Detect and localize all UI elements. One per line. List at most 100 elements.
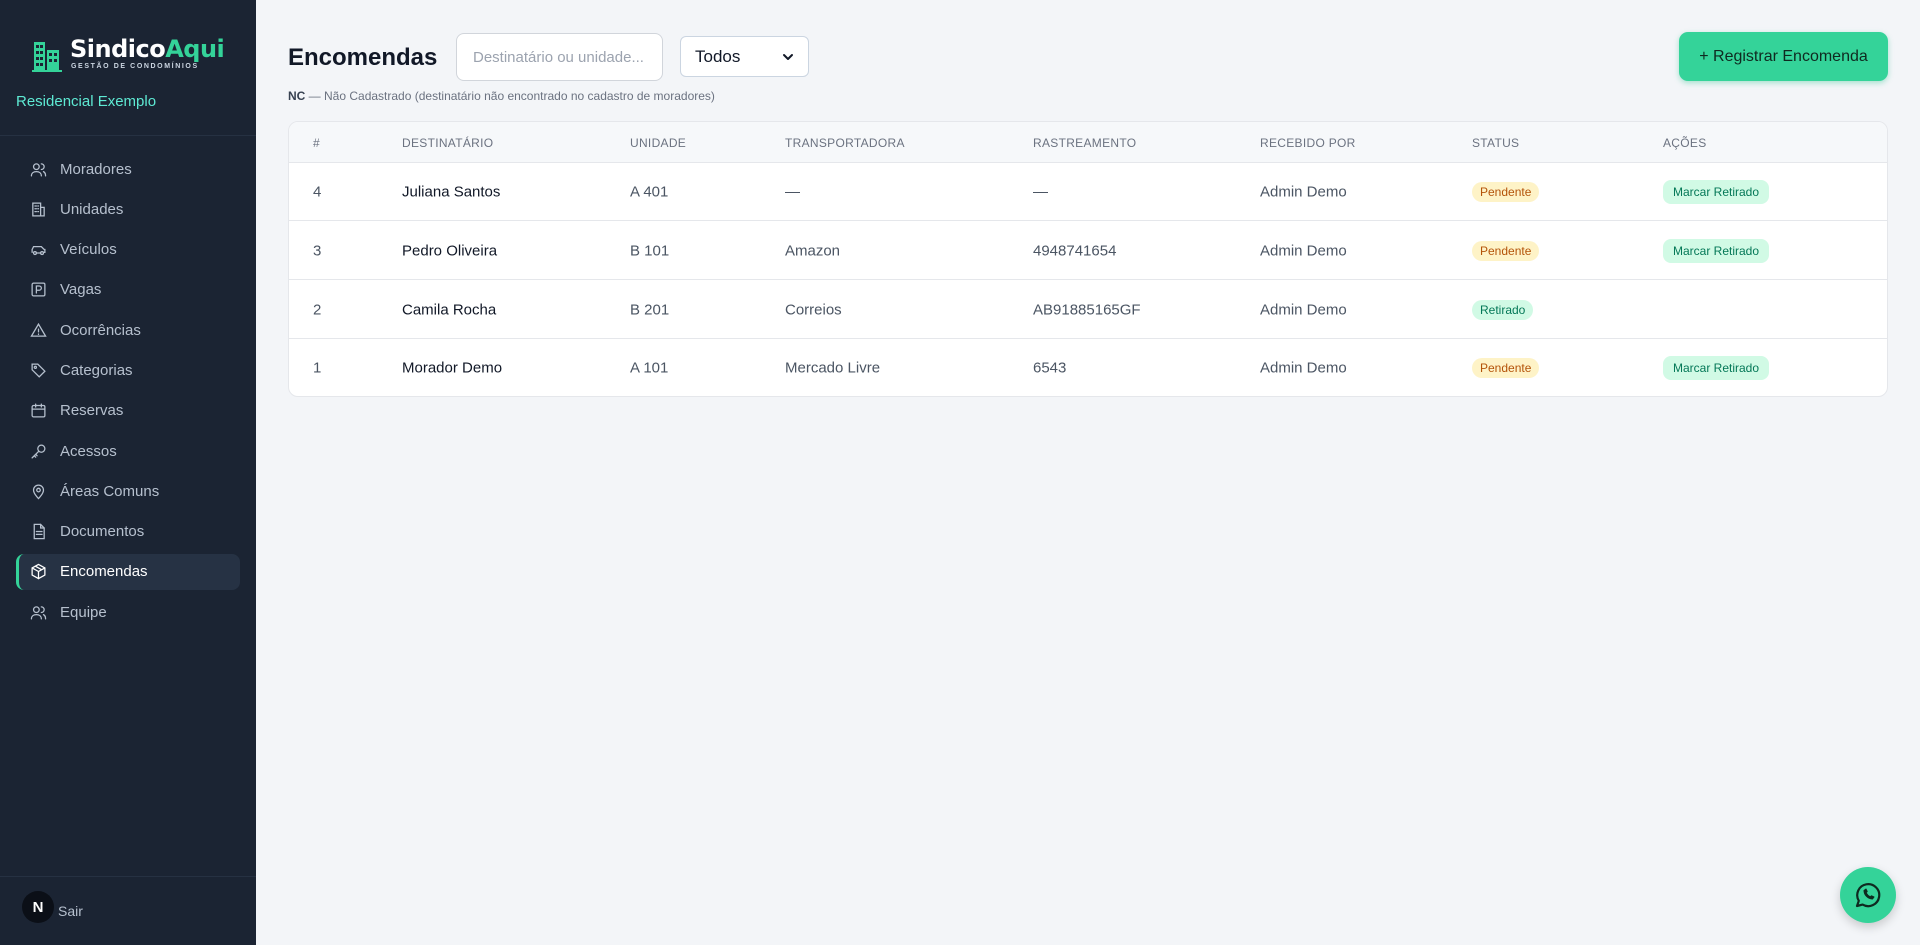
logout-link[interactable]: Sair — [58, 903, 83, 919]
building-logo-icon — [32, 42, 62, 72]
cell-unit: B 201 — [630, 301, 670, 318]
sidebar-item-label: Veículos — [60, 241, 117, 259]
tag-icon — [31, 363, 46, 378]
calendar-icon — [31, 403, 46, 418]
legend-text: — Não Cadastrado (destinatário não encon… — [305, 89, 715, 103]
sidebar-item-label: Vagas — [60, 281, 102, 299]
status-badge: Pendente — [1472, 181, 1540, 202]
cell-recipient: Morador Demo — [402, 359, 503, 377]
search-input[interactable] — [456, 33, 663, 81]
mark-picked-up-button[interactable]: Marcar Retirado — [1663, 179, 1770, 204]
page-title: Encomendas — [288, 44, 438, 71]
cell-tracking: AB91885165GF — [1033, 301, 1141, 318]
sidebar-item-documentos[interactable]: Documentos — [16, 514, 240, 550]
status-filter-select[interactable]: Todos — [680, 36, 809, 77]
brand-name-part1: Sindico — [70, 35, 166, 63]
users-icon — [30, 162, 47, 177]
legend-abbr: NC — [288, 89, 306, 103]
brand-logo[interactable]: SindicoAqui GESTÃO DE CONDOMÍNIOS — [32, 35, 225, 72]
cell-unit: A 101 — [630, 359, 669, 377]
package-icon — [31, 564, 46, 580]
warning-icon — [30, 322, 47, 337]
condo-name: Residencial Exemplo — [16, 93, 157, 110]
cell-received-by: Admin Demo — [1260, 301, 1347, 318]
sidebar-item-areas-comuns[interactable]: Áreas Comuns — [16, 473, 240, 509]
cell-tracking: 6543 — [1033, 359, 1067, 377]
table-header: # DESTINATÁRIO UNIDADE TRANSPORTADORA RA… — [289, 122, 1887, 163]
status-filter-value: Todos — [695, 46, 741, 66]
cell-tracking: 4948741654 — [1033, 242, 1117, 259]
sidebar-item-label: Acessos — [60, 442, 117, 460]
sidebar-item-vagas[interactable]: Vagas — [16, 272, 240, 308]
column-header-carrier: TRANSPORTADORA — [785, 136, 905, 150]
cell-recipient: Camila Rocha — [402, 301, 497, 318]
brand-tagline: GESTÃO DE CONDOMÍNIOS — [71, 63, 199, 70]
cell-recipient: Pedro Oliveira — [402, 242, 498, 259]
sidebar-item-label: Unidades — [60, 200, 124, 218]
sidebar-item-label: Áreas Comuns — [60, 482, 160, 500]
column-header-id: # — [313, 136, 320, 150]
sidebar-item-ocorrencias[interactable]: Ocorrências — [16, 312, 240, 348]
cell-unit: A 401 — [630, 183, 669, 200]
cell-received-by: Admin Demo — [1260, 183, 1347, 200]
sidebar-item-veiculos[interactable]: Veículos — [16, 232, 240, 268]
sidebar-item-acessos[interactable]: Acessos — [16, 433, 240, 469]
sidebar-item-label: Encomendas — [60, 563, 148, 581]
team-icon — [30, 605, 47, 620]
packages-table: # DESTINATÁRIO UNIDADE TRANSPORTADORA RA… — [288, 121, 1888, 397]
cell-id: 4 — [313, 183, 322, 200]
cell-carrier: Mercado Livre — [785, 359, 881, 377]
sidebar-item-reservas[interactable]: Reservas — [16, 393, 240, 429]
sidebar: SindicoAqui GESTÃO DE CONDOMÍNIOS Reside… — [0, 0, 256, 945]
document-icon — [33, 523, 45, 540]
status-badge: Pendente — [1472, 240, 1540, 261]
sidebar-item-label: Categorias — [60, 361, 133, 379]
cell-unit: B 101 — [630, 242, 670, 259]
parking-icon — [31, 282, 46, 297]
sidebar-item-unidades[interactable]: Unidades — [16, 191, 240, 227]
sidebar-item-label: Reservas — [60, 402, 124, 420]
cell-carrier: Correios — [785, 301, 842, 318]
table-row: 2 Camila Rocha B 201 Correios AB91885165… — [289, 281, 1887, 339]
sidebar-nav: Moradores Unidades Veículos Vagas Ocorrê… — [16, 151, 240, 635]
status-badge: Retirado — [1472, 299, 1534, 320]
mark-picked-up-button[interactable]: Marcar Retirado — [1663, 238, 1770, 263]
sidebar-item-label: Moradores — [60, 160, 132, 178]
cell-id: 2 — [313, 301, 322, 318]
register-package-button[interactable]: + Registrar Encomenda — [1679, 32, 1888, 81]
key-icon — [31, 444, 46, 459]
sidebar-item-moradores[interactable]: Moradores — [16, 151, 240, 187]
column-header-received-by: RECEBIDO POR — [1260, 136, 1356, 150]
brand-name-part2: Aqui — [165, 35, 225, 63]
map-pin-icon — [32, 484, 45, 500]
cell-received-by: Admin Demo — [1260, 242, 1347, 259]
cell-received-by: Admin Demo — [1260, 359, 1347, 377]
column-header-actions: AÇÕES — [1663, 136, 1707, 150]
building-icon — [32, 202, 45, 217]
table-row: 1 Morador Demo A 101 Mercado Livre 6543 … — [289, 339, 1887, 396]
column-header-status: STATUS — [1472, 136, 1520, 150]
cell-tracking: — — [1033, 183, 1048, 200]
mark-picked-up-button[interactable]: Marcar Retirado — [1663, 356, 1770, 380]
table-row: 3 Pedro Oliveira B 101 Amazon 4948741654… — [289, 222, 1887, 280]
sidebar-item-label: Equipe — [60, 603, 107, 621]
sidebar-item-categorias[interactable]: Categorias — [16, 352, 240, 388]
sidebar-item-label: Documentos — [60, 523, 145, 541]
avatar[interactable]: N — [22, 891, 54, 923]
column-header-recipient: DESTINATÁRIO — [402, 136, 494, 150]
cell-carrier: — — [785, 183, 800, 200]
cell-recipient: Juliana Santos — [402, 183, 501, 200]
cell-id: 3 — [313, 242, 322, 259]
cell-id: 1 — [313, 359, 322, 377]
whatsapp-icon — [1855, 883, 1881, 908]
legend-note: NC — Não Cadastrado (destinatário não en… — [288, 89, 715, 103]
status-badge: Pendente — [1472, 358, 1540, 378]
column-header-unit: UNIDADE — [630, 136, 687, 150]
column-header-tracking: RASTREAMENTO — [1033, 136, 1137, 150]
sidebar-item-equipe[interactable]: Equipe — [16, 594, 240, 630]
sidebar-item-label: Ocorrências — [60, 321, 141, 339]
whatsapp-button[interactable] — [1840, 867, 1896, 923]
sidebar-item-encomendas[interactable]: Encomendas — [16, 553, 240, 590]
car-icon — [31, 246, 46, 256]
cell-carrier: Amazon — [785, 242, 841, 259]
